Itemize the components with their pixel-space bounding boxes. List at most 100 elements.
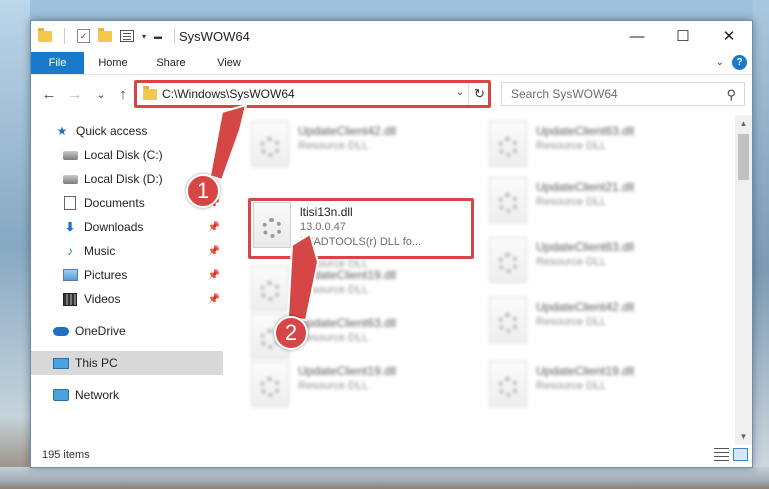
- sidebar-item-label: Local Disk (D:): [84, 172, 163, 186]
- search-input[interactable]: Search SysWOW64 ⚲: [501, 82, 745, 106]
- file-description: Resource DLL: [536, 256, 607, 268]
- sidebar-item-this-pc[interactable]: This PC: [31, 351, 223, 375]
- file-name: UpdateClient19.dll: [298, 268, 397, 282]
- sidebar-item-label: OneDrive: [75, 324, 126, 338]
- address-bar-highlight: [134, 80, 491, 108]
- list-item[interactable]: UpdateClient42.dll Resource DLL: [489, 297, 719, 355]
- vertical-scrollbar[interactable]: ▲ ▼: [735, 115, 752, 445]
- sidebar-item-label: Videos: [84, 292, 121, 306]
- file-highlight-box: [248, 198, 474, 259]
- explorer-window: ✓ ▾ ▬ SysWOW64 — ☐ ✕ File Home Share Vie…: [30, 20, 753, 468]
- expand-ribbon-chevron-icon[interactable]: ⌄: [716, 57, 724, 68]
- sidebar-item-videos[interactable]: Videos 📌: [31, 287, 223, 311]
- properties-icon[interactable]: ✓: [77, 29, 90, 43]
- list-item[interactable]: UpdateClient63.dll Resource DLL: [489, 237, 719, 295]
- status-bar: 195 items: [31, 443, 752, 467]
- sidebar-item-label: Music: [84, 244, 116, 258]
- maximize-button[interactable]: ☐: [660, 21, 706, 51]
- search-placeholder: Search SysWOW64: [511, 87, 618, 101]
- dll-file-icon: [251, 265, 289, 311]
- file-name: UpdateClient63.dll: [298, 316, 397, 330]
- sidebar-item-label: This PC: [75, 356, 118, 370]
- file-list: UpdateClient42.dll Resource DLL ltisi13n.…: [224, 115, 744, 445]
- sidebar-item-downloads[interactable]: ⬇ Downloads 📌: [31, 215, 223, 239]
- window-title: SysWOW64: [179, 28, 250, 44]
- file-name: UpdateClient21.dll: [536, 180, 635, 194]
- sidebar-item-music[interactable]: ♪ Music 📌: [31, 239, 223, 263]
- tab-share[interactable]: Share: [142, 52, 200, 74]
- minimize-button[interactable]: —: [614, 21, 660, 51]
- ribbon-right-controls: ⌄ ?: [716, 55, 747, 70]
- list-item[interactable]: UpdateClient63.dll Resource DLL: [489, 121, 719, 179]
- customize-toolbar-caret-icon[interactable]: ▾: [142, 32, 146, 41]
- toolbar-separator: [174, 28, 176, 44]
- list-item[interactable]: UpdateClient42.dll Resource DLL: [251, 121, 481, 179]
- sidebar-item-network[interactable]: Network: [31, 383, 223, 407]
- file-name: UpdateClient42.dll: [298, 124, 397, 138]
- help-icon[interactable]: ?: [732, 55, 747, 70]
- recent-locations-chevron-icon[interactable]: ⌄: [92, 84, 110, 104]
- file-description: Resource DLL: [536, 316, 607, 328]
- drive-icon: [62, 172, 78, 186]
- title-bar: ✓ ▾ ▬ SysWOW64 — ☐ ✕: [31, 21, 752, 51]
- up-arrow-icon[interactable]: ↑: [114, 84, 132, 104]
- dll-file-icon: [489, 237, 527, 283]
- file-name: UpdateClient42.dll: [536, 300, 635, 314]
- file-description: Resource DLL: [536, 380, 607, 392]
- sidebar-item-label: Pictures: [84, 268, 128, 282]
- list-item[interactable]: UpdateClient19.dll Resource DLL: [489, 361, 719, 419]
- pin-icon[interactable]: 📌: [208, 222, 220, 233]
- dll-file-icon: [251, 121, 289, 167]
- forward-arrow-icon[interactable]: →: [66, 84, 84, 104]
- dll-file-icon: [489, 361, 527, 407]
- new-folder-icon[interactable]: [98, 27, 112, 42]
- sidebar-item-label: Quick access: [76, 124, 148, 138]
- close-button[interactable]: ✕: [706, 21, 752, 51]
- tab-file[interactable]: File: [31, 52, 84, 74]
- search-icon[interactable]: ⚲: [726, 87, 736, 103]
- tab-home[interactable]: Home: [84, 52, 142, 74]
- network-icon: [53, 388, 69, 402]
- file-name: UpdateClient19.dll: [298, 364, 397, 378]
- file-name: UpdateClient63.dll: [536, 240, 635, 254]
- pictures-icon: [62, 268, 78, 282]
- back-arrow-icon[interactable]: ←: [40, 84, 58, 104]
- pin-icon[interactable]: 📌: [208, 246, 220, 257]
- file-name: UpdateClient63.dll: [536, 124, 635, 138]
- file-description: Resource DLL: [536, 140, 607, 152]
- details-view-icon[interactable]: [714, 448, 729, 461]
- step-marker-2: 2: [274, 316, 308, 350]
- sidebar-item-label: Downloads: [84, 220, 144, 234]
- file-description: Resource DLL: [298, 284, 369, 296]
- file-description: Resource DLL: [298, 140, 369, 152]
- view-icon[interactable]: [120, 30, 134, 42]
- document-icon: [62, 196, 78, 210]
- file-description: Resource DLL: [298, 380, 369, 392]
- file-description: Resource DLL: [298, 332, 369, 344]
- pin-icon[interactable]: 📌: [208, 270, 220, 281]
- window-controls: — ☐ ✕: [614, 21, 752, 51]
- desktop-background-bottom: [0, 467, 769, 489]
- ribbon-tabs: File Home Share View ⌄ ?: [31, 52, 752, 75]
- cloud-icon: [53, 324, 69, 338]
- sidebar-item-label: Local Disk (C:): [84, 148, 163, 162]
- sidebar-item-label: Network: [75, 388, 120, 402]
- sidebar-item-pictures[interactable]: Pictures 📌: [31, 263, 223, 287]
- scroll-up-arrow-icon[interactable]: ▲: [735, 115, 752, 132]
- pin-icon[interactable]: 📌: [208, 294, 220, 305]
- star-icon: ★: [56, 124, 68, 138]
- sidebar-item-quick-access[interactable]: ★ Quick access: [31, 119, 223, 143]
- music-icon: ♪: [67, 244, 73, 258]
- sidebar-item-local-disk-c[interactable]: Local Disk (C:): [31, 143, 223, 167]
- navigation-bar: ← → ⌄ ↑ C:\Windows\SysWOW64 ⌄ ↻ Search S…: [31, 80, 752, 108]
- tab-view[interactable]: View: [200, 52, 258, 74]
- dll-file-icon: [489, 121, 527, 167]
- sidebar-item-onedrive[interactable]: OneDrive: [31, 319, 223, 343]
- large-icons-view-icon[interactable]: [733, 448, 748, 461]
- list-item[interactable]: UpdateClient19.dll Resource DLL: [251, 361, 481, 419]
- list-item[interactable]: UpdateClient21.dll Resource DLL: [489, 177, 719, 235]
- folder-icon[interactable]: [38, 27, 52, 42]
- navigation-pane: ★ Quick access Local Disk (C:) Local Dis…: [31, 115, 223, 445]
- scrollbar-thumb[interactable]: [738, 134, 749, 180]
- toolbar-dropdown-icon[interactable]: ▬: [154, 32, 162, 41]
